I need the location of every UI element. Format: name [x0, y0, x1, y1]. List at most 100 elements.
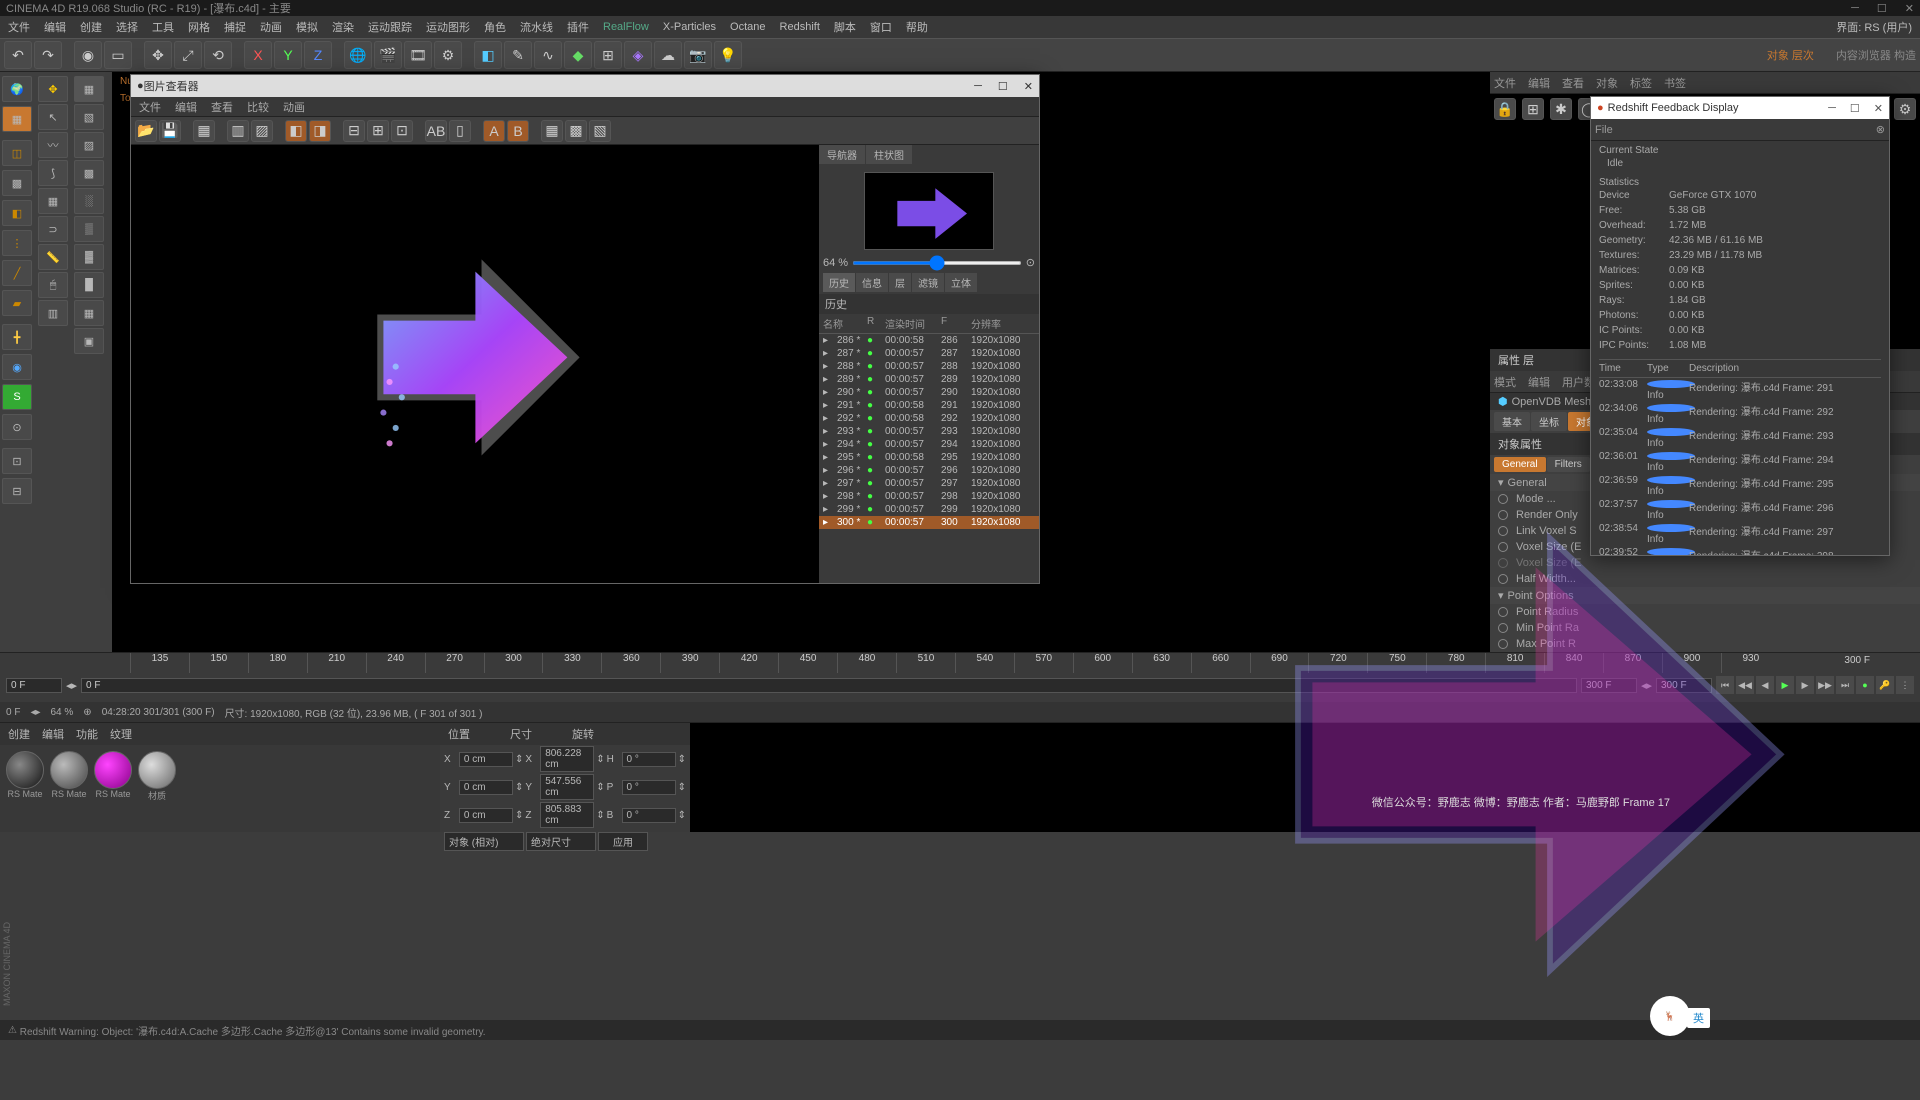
- pv-history-row[interactable]: ▸298 *●00:00:572981920x1080: [819, 490, 1039, 503]
- menu-item[interactable]: 窗口: [870, 19, 892, 35]
- pv-ch-icon[interactable]: ◨: [309, 120, 331, 142]
- rs-minimize-icon[interactable]: ─: [1828, 102, 1836, 115]
- magnet-icon[interactable]: ⊃: [38, 216, 68, 242]
- menu-item[interactable]: 流水线: [520, 19, 553, 35]
- pv-hist-tab[interactable]: 历史: [823, 273, 855, 292]
- pv-alpha-icon[interactable]: ▨: [251, 120, 273, 142]
- workplane-icon[interactable]: ◧: [2, 200, 32, 226]
- menu-item[interactable]: 角色: [484, 19, 506, 35]
- pv-history-row[interactable]: ▸288 *●00:00:572881920x1080: [819, 360, 1039, 373]
- pv-menu-item[interactable]: 动画: [283, 99, 305, 115]
- lasso-icon[interactable]: 〰: [38, 132, 68, 158]
- pv-history-row[interactable]: ▸287 *●00:00:572871920x1080: [819, 347, 1039, 360]
- ime-language[interactable]: 英: [1687, 1008, 1710, 1028]
- tex-swatch-icon[interactable]: ▨: [74, 132, 104, 158]
- picture-viewer-window[interactable]: ● 图片查看器 ─ ☐ ✕ 文件 编辑 查看 比较 动画 📂 💾 ▦ ▥ ▨ ◧…: [130, 74, 1040, 584]
- pv-compare-icon[interactable]: ⊟: [343, 120, 365, 142]
- menu-item[interactable]: Octane: [730, 21, 765, 33]
- axis-tool-icon[interactable]: ╋: [2, 324, 32, 350]
- tab-objects[interactable]: 对象 层次: [1767, 47, 1814, 63]
- render-pv-icon[interactable]: 🎞: [404, 41, 432, 69]
- obj-menu[interactable]: 编辑: [1528, 75, 1550, 91]
- mat-tab[interactable]: 创建: [8, 726, 30, 742]
- layout-label[interactable]: 界面: RS (用户): [1836, 19, 1912, 35]
- pv-filter-icon[interactable]: ▦: [541, 120, 563, 142]
- pv-zoom-slider[interactable]: [852, 261, 1022, 265]
- deformer-icon[interactable]: ◈: [624, 41, 652, 69]
- ime-badge-icon[interactable]: 🦌: [1650, 996, 1690, 1036]
- menu-item-realflow[interactable]: RealFlow: [603, 21, 649, 33]
- pv-minimize-icon[interactable]: ─: [974, 80, 982, 93]
- mat-tab[interactable]: 功能: [76, 726, 98, 742]
- tex-swatch-icon[interactable]: ▧: [74, 104, 104, 130]
- pv-menu-item[interactable]: 文件: [139, 99, 161, 115]
- obj-menu[interactable]: 书签: [1664, 75, 1686, 91]
- pv-render-view[interactable]: [131, 145, 819, 583]
- tex-swatch-icon[interactable]: ▒: [74, 216, 104, 242]
- render-settings-icon[interactable]: ⚙: [434, 41, 462, 69]
- model-mode-icon[interactable]: ◫: [2, 140, 32, 166]
- pv-menu-item[interactable]: 编辑: [175, 99, 197, 115]
- selection-filter-icon[interactable]: ▥: [38, 300, 68, 326]
- material-swatch[interactable]: [94, 751, 132, 789]
- redshift-feedback-window[interactable]: ● Redshift Feedback Display ─ ☐ ✕ File⊗ …: [1590, 96, 1890, 556]
- scale-icon[interactable]: ⤢: [174, 41, 202, 69]
- move-gizmo-icon[interactable]: ✥: [38, 76, 68, 102]
- tex-swatch-icon[interactable]: ▦: [74, 300, 104, 326]
- mat-tab[interactable]: 纹理: [110, 726, 132, 742]
- menu-item[interactable]: 编辑: [44, 19, 66, 35]
- undo-icon[interactable]: ↶: [4, 41, 32, 69]
- point-mode-icon[interactable]: ⋮: [2, 230, 32, 256]
- brush-icon[interactable]: ⟆: [38, 160, 68, 186]
- pv-nav-tab[interactable]: 导航器: [819, 145, 865, 164]
- pv-ab-icon[interactable]: AB: [425, 120, 447, 142]
- pv-menu-item[interactable]: 查看: [211, 99, 233, 115]
- material-swatch[interactable]: [50, 751, 88, 789]
- globe-icon[interactable]: 🌍: [2, 76, 32, 102]
- edge-mode-icon[interactable]: ╱: [2, 260, 32, 286]
- coord-mode[interactable]: 对象 (相对): [444, 832, 524, 851]
- snap-settings-icon[interactable]: ⊙: [2, 414, 32, 440]
- pv-maximize-icon[interactable]: ☐: [998, 80, 1008, 93]
- lock-xyz-icon[interactable]: ⊟: [2, 478, 32, 504]
- nurbs-icon[interactable]: ◆: [564, 41, 592, 69]
- pv-hist-tab[interactable]: 层: [889, 273, 911, 292]
- menu-item[interactable]: X-Particles: [663, 21, 716, 33]
- maximize-icon[interactable]: ☐: [1877, 2, 1887, 15]
- tex-swatch-icon[interactable]: ▣: [74, 328, 104, 354]
- ipr-lock-icon[interactable]: 🔒: [1494, 98, 1516, 120]
- pv-history-row[interactable]: ▸289 *●00:00:572891920x1080: [819, 373, 1039, 386]
- pv-compare-icon[interactable]: ⊞: [367, 120, 389, 142]
- pv-history-row[interactable]: ▸291 *●00:00:582911920x1080: [819, 399, 1039, 412]
- minimize-icon[interactable]: ─: [1851, 2, 1859, 15]
- pv-menu-item[interactable]: 比较: [247, 99, 269, 115]
- menu-item[interactable]: 网格: [188, 19, 210, 35]
- menu-item[interactable]: 运动图形: [426, 19, 470, 35]
- pv-hist-tab[interactable]: 滤镜: [912, 273, 944, 292]
- ruler-icon[interactable]: 📏: [38, 244, 68, 270]
- grid-icon[interactable]: ▦: [38, 188, 68, 214]
- pv-hist-tab[interactable]: 立体: [945, 273, 977, 292]
- menu-item[interactable]: 动画: [260, 19, 282, 35]
- snap-s-icon[interactable]: S: [2, 384, 32, 410]
- pv-history-row[interactable]: ▸299 *●00:00:572991920x1080: [819, 503, 1039, 516]
- pv-compare-icon[interactable]: ⊡: [391, 120, 413, 142]
- menu-item[interactable]: 文件: [8, 19, 30, 35]
- pv-tool-icon[interactable]: ▦: [193, 120, 215, 142]
- pv-history-row[interactable]: ▸293 *●00:00:572931920x1080: [819, 425, 1039, 438]
- rotate-icon[interactable]: ⟲: [204, 41, 232, 69]
- pv-hist-tab[interactable]: 信息: [856, 273, 888, 292]
- pv-history-row[interactable]: ▸295 *●00:00:582951920x1080: [819, 451, 1039, 464]
- menu-item[interactable]: 脚本: [834, 19, 856, 35]
- pv-nav-tab[interactable]: 柱状图: [866, 145, 912, 164]
- menu-item[interactable]: 模拟: [296, 19, 318, 35]
- menu-item[interactable]: 捕捉: [224, 19, 246, 35]
- pv-rgb-icon[interactable]: ▥: [227, 120, 249, 142]
- pv-ch-icon[interactable]: ◧: [285, 120, 307, 142]
- tex-swatch-icon[interactable]: ▦: [74, 76, 104, 102]
- pv-history-row[interactable]: ▸294 *●00:00:572941920x1080: [819, 438, 1039, 451]
- pv-filter-icon[interactable]: ▩: [565, 120, 587, 142]
- primitive-cube-icon[interactable]: ◧: [474, 41, 502, 69]
- spline-icon[interactable]: ∿: [534, 41, 562, 69]
- poly-mode-icon[interactable]: ▰: [2, 290, 32, 316]
